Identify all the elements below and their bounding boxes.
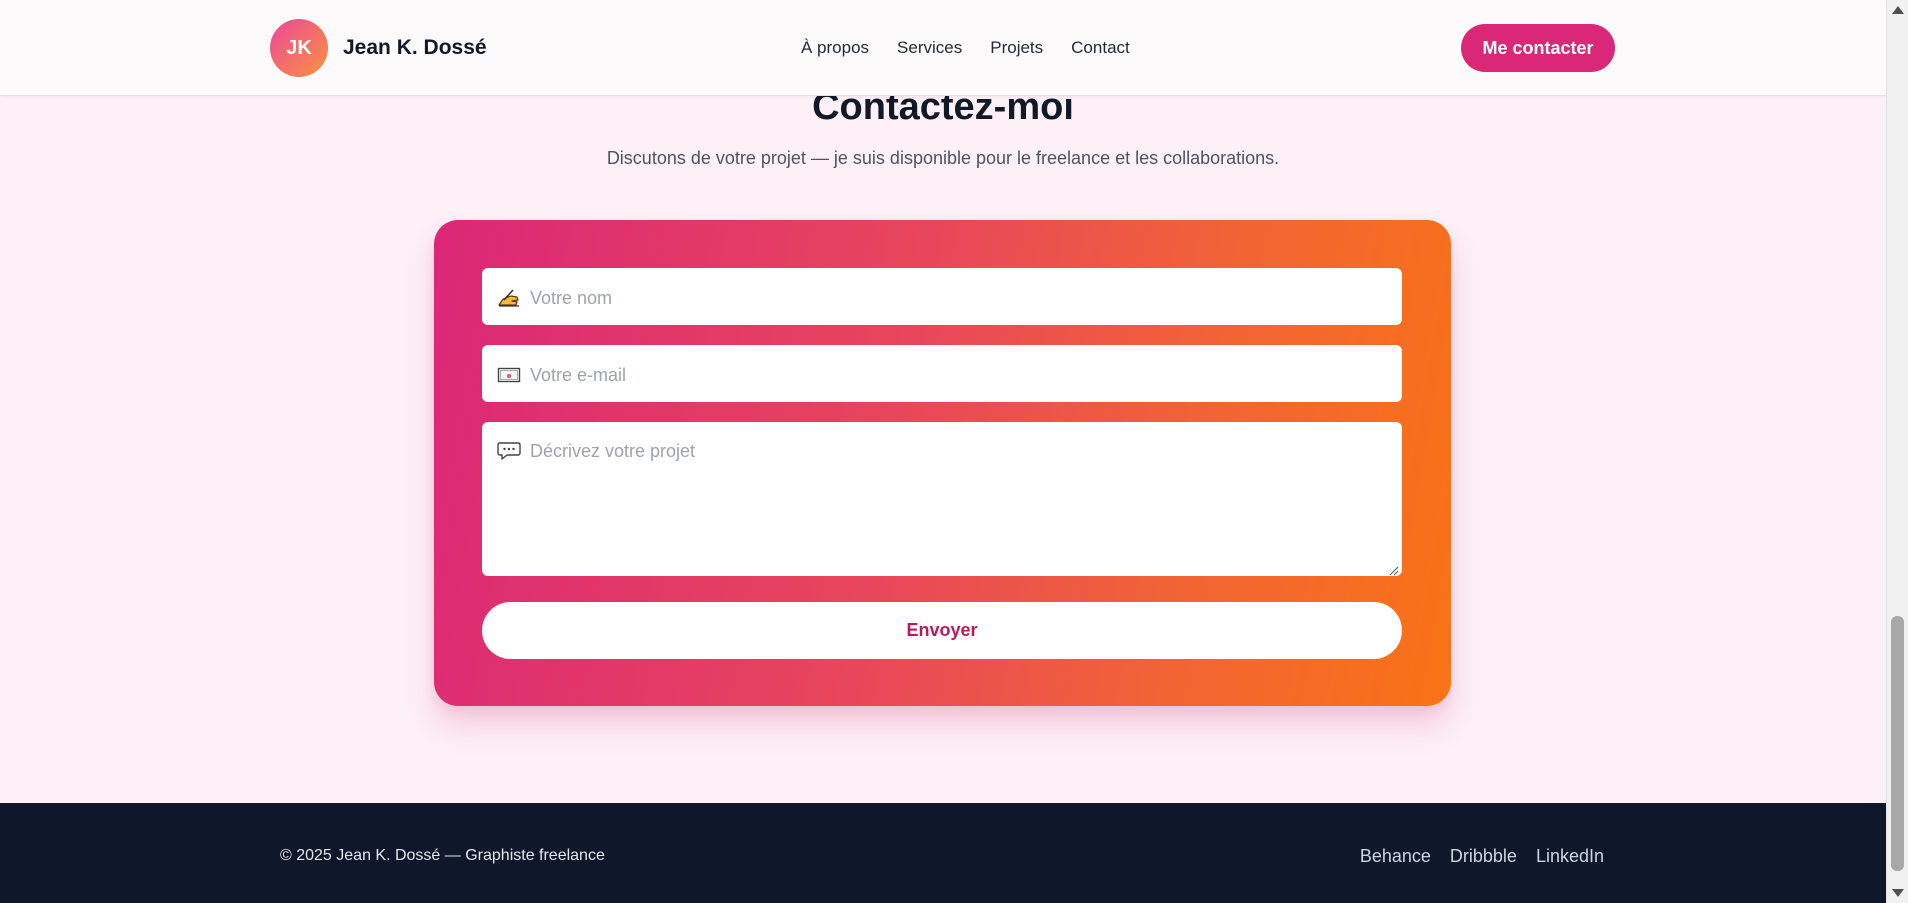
brand-name: Jean K. Dossé <box>343 36 487 59</box>
writing-hand-icon <box>496 288 522 308</box>
email-placeholder: Votre e-mail <box>530 365 627 385</box>
social-links: Behance Dribbble LinkedIn <box>1360 846 1604 867</box>
message-textarea[interactable]: Décrivez votre projet <box>482 422 1402 576</box>
brand[interactable]: JK Jean K. Dossé <box>270 19 487 77</box>
name-field[interactable]: Votre nom <box>482 268 1402 325</box>
main-nav: À propos Services Projets Contact <box>801 38 1130 58</box>
name-placeholder: Votre nom <box>530 288 613 308</box>
behance-link[interactable]: Behance <box>1360 846 1431 867</box>
linkedin-link[interactable]: LinkedIn <box>1536 846 1604 867</box>
submit-button[interactable]: Envoyer <box>482 602 1402 659</box>
speech-bubble-icon <box>496 441 522 461</box>
section-subtitle: Discutons de votre projet — je suis disp… <box>606 148 1280 168</box>
envelope-icon <box>496 365 522 385</box>
contact-me-button[interactable]: Me contacter <box>1461 24 1615 72</box>
site-header: JK Jean K. Dossé À propos Services Proje… <box>0 0 1886 96</box>
nav-link-about[interactable]: À propos <box>801 38 869 58</box>
contact-form-card: Votre nom Votre e-mail Décrivez votre pr… <box>434 220 1451 706</box>
nav-link-projects[interactable]: Projets <box>990 38 1043 58</box>
message-placeholder: Décrivez votre projet <box>530 441 696 461</box>
scroll-up-arrow-icon[interactable] <box>1892 6 1904 14</box>
dribbble-link[interactable]: Dribbble <box>1450 846 1517 867</box>
avatar: JK <box>270 19 328 77</box>
resize-handle-icon[interactable] <box>1389 563 1399 576</box>
scroll-down-arrow-icon[interactable] <box>1892 889 1904 897</box>
copyright-text: © 2025 Jean K. Dossé — Graphiste freelan… <box>280 847 605 864</box>
nav-link-contact[interactable]: Contact <box>1071 38 1130 58</box>
nav-link-services[interactable]: Services <box>897 38 962 58</box>
page-scrollbar[interactable] <box>1886 0 1908 903</box>
scrollbar-thumb[interactable] <box>1891 616 1904 871</box>
site-footer: © 2025 Jean K. Dossé — Graphiste freelan… <box>0 803 1886 903</box>
email-field[interactable]: Votre e-mail <box>482 345 1402 402</box>
